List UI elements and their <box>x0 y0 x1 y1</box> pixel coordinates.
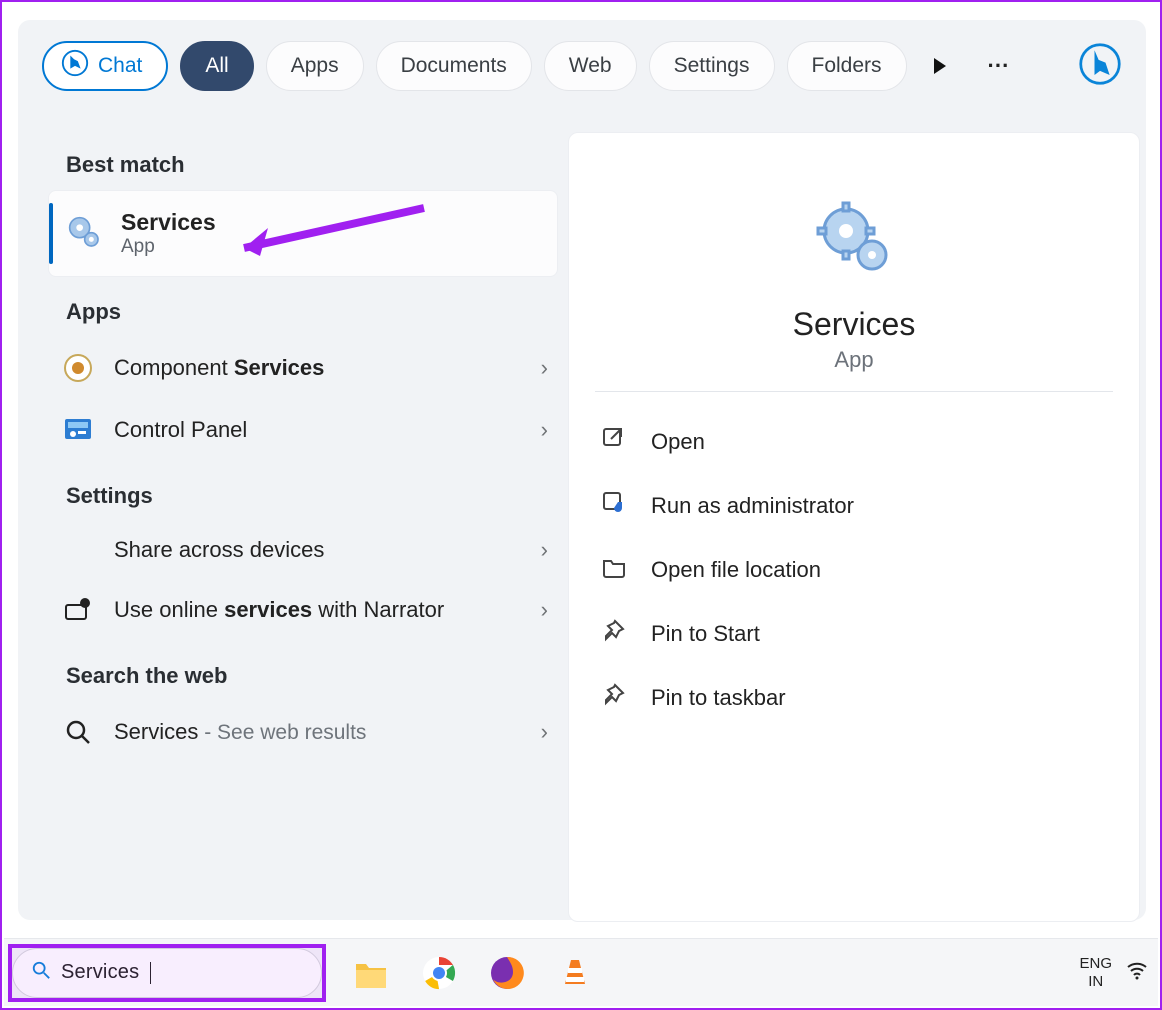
action-pin-start[interactable]: Pin to Start <box>595 606 1113 662</box>
chevron-right-icon: › <box>541 417 548 443</box>
pin-icon <box>601 682 627 714</box>
apps-result-control-panel[interactable]: Control Panel › <box>48 399 558 461</box>
action-run-admin[interactable]: Run as administrator <box>595 478 1113 534</box>
control-panel-icon <box>60 415 96 445</box>
taskbar: Services ENG IN <box>4 938 1158 1006</box>
detail-header: Services App <box>595 159 1113 392</box>
shield-icon <box>601 490 627 522</box>
services-large-icon <box>814 199 894 284</box>
tab-documents[interactable]: Documents <box>376 41 532 91</box>
selection-accent <box>49 203 53 264</box>
taskbar-app-icons <box>352 954 594 992</box>
detail-pane: Services App Open Run as administrator O… <box>568 132 1140 922</box>
open-icon <box>601 426 627 458</box>
services-app-icon <box>63 211 103 256</box>
action-pin-taskbar[interactable]: Pin to taskbar <box>595 670 1113 726</box>
settings-result-share-devices[interactable]: Share across devices › <box>48 521 558 579</box>
chevron-right-icon: › <box>541 537 548 563</box>
filter-tab-row: Chat All Apps Documents Web Settings Fol… <box>18 20 1146 98</box>
text-caret <box>150 962 151 984</box>
tab-overflow-button[interactable]: ··· <box>979 53 1019 79</box>
bing-logo-icon[interactable] <box>1078 42 1122 91</box>
action-open[interactable]: Open <box>595 414 1113 470</box>
detail-title: Services <box>793 306 916 343</box>
search-icon <box>60 717 96 747</box>
settings-result-narrator[interactable]: Use online services with Narrator › <box>48 579 558 641</box>
detail-subtitle: App <box>834 347 873 373</box>
group-settings: Settings <box>66 483 558 509</box>
chevron-right-icon: › <box>541 719 548 745</box>
chat-label: Chat <box>98 54 142 78</box>
results-column: Best match Services App Apps Component S… <box>48 130 558 763</box>
action-open-location[interactable]: Open file location <box>595 542 1113 598</box>
chat-pill[interactable]: Chat <box>42 41 168 91</box>
bing-chat-icon <box>60 48 90 84</box>
taskbar-search-box[interactable]: Services <box>12 948 322 998</box>
language-indicator[interactable]: ENG IN <box>1079 955 1112 990</box>
narrator-icon <box>60 595 96 625</box>
vlc-icon[interactable] <box>556 954 594 992</box>
tab-web[interactable]: Web <box>544 41 637 91</box>
tab-all[interactable]: All <box>180 41 253 91</box>
search-icon <box>31 960 51 986</box>
chevron-right-icon: › <box>541 597 548 623</box>
file-explorer-icon[interactable] <box>352 954 390 992</box>
tab-settings[interactable]: Settings <box>649 41 775 91</box>
windows-search-panel: Chat All Apps Documents Web Settings Fol… <box>18 20 1146 920</box>
component-services-icon <box>60 353 96 383</box>
taskbar-search-highlight: Services <box>12 948 322 998</box>
chrome-icon[interactable] <box>420 954 458 992</box>
wifi-icon[interactable] <box>1126 959 1148 986</box>
best-match-title: Services <box>121 209 216 236</box>
group-search-web: Search the web <box>66 663 558 689</box>
firefox-icon[interactable] <box>488 954 526 992</box>
taskbar-search-value: Services <box>61 961 139 984</box>
best-match-subtitle: App <box>121 236 216 258</box>
tab-folders[interactable]: Folders <box>787 41 907 91</box>
folder-icon <box>601 554 627 586</box>
apps-result-component-services[interactable]: Component Services › <box>48 337 558 399</box>
group-best-match: Best match <box>66 152 558 178</box>
group-apps: Apps <box>66 299 558 325</box>
taskbar-system-tray: ENG IN <box>1079 955 1158 990</box>
action-list: Open Run as administrator Open file loca… <box>595 414 1113 726</box>
tab-more-arrow[interactable] <box>925 51 955 81</box>
chevron-right-icon: › <box>541 355 548 381</box>
pin-icon <box>601 618 627 650</box>
tab-apps[interactable]: Apps <box>266 41 364 91</box>
best-match-item[interactable]: Services App <box>48 190 558 277</box>
web-result-services[interactable]: Services - See web results › <box>48 701 558 763</box>
